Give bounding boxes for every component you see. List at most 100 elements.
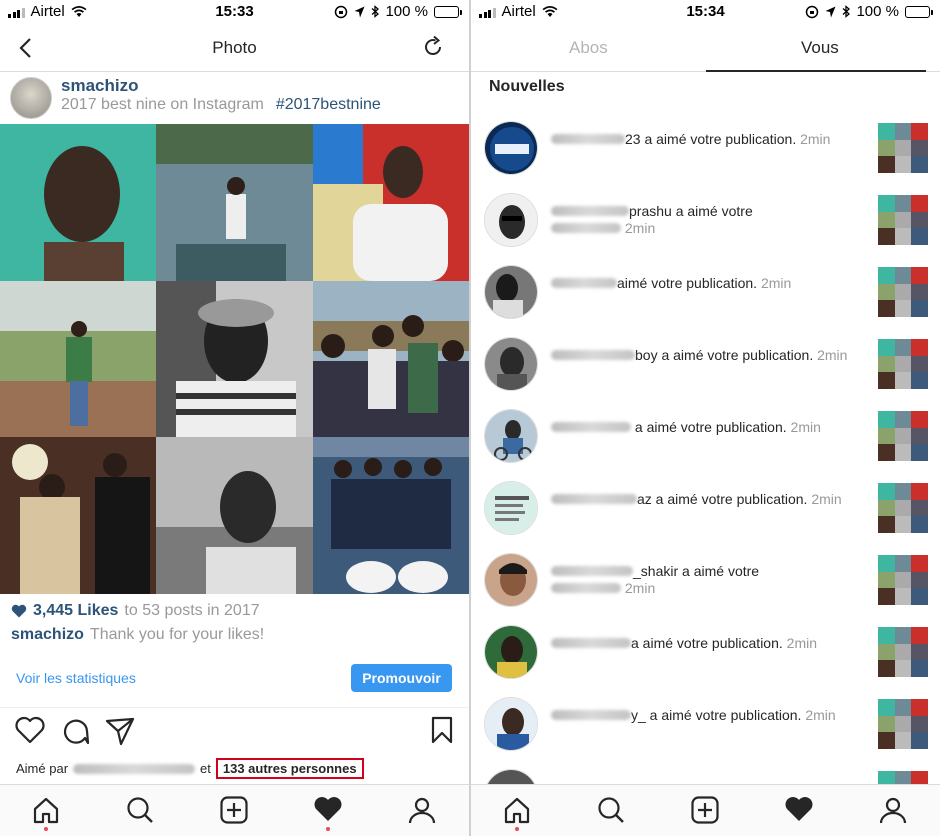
avatar[interactable]: [484, 553, 538, 607]
likes-suffix: to 53 posts in 2017: [124, 602, 260, 619]
tab-profile[interactable]: [407, 795, 437, 825]
post-thumbnail[interactable]: [878, 555, 928, 605]
blurred-text: [551, 583, 621, 593]
location-icon: [354, 6, 365, 17]
username-fragment: a: [631, 635, 639, 651]
comment-icon[interactable]: [60, 716, 90, 746]
post-username[interactable]: smachizo: [61, 76, 138, 96]
post-thumbnail[interactable]: [878, 411, 928, 461]
list-item[interactable]: a aimé votre publication. 2min: [471, 400, 940, 472]
post-thumbnail[interactable]: [878, 339, 928, 389]
avatar[interactable]: [484, 409, 538, 463]
list-item[interactable]: prashu a aimé votre 2min: [471, 184, 940, 256]
tab-search[interactable]: [125, 795, 155, 825]
post-subtitle: 2017 best nine on Instagram #2017bestnine: [61, 96, 381, 114]
likes-count[interactable]: 3,445 Likes: [33, 602, 118, 620]
tab-home[interactable]: [502, 795, 532, 831]
notification-time: 2min: [624, 580, 656, 596]
notification-time: 2min: [800, 131, 831, 147]
post-thumbnail[interactable]: [878, 627, 928, 677]
notification-action: a aimé votre: [671, 203, 753, 219]
caption: smachizo Thank you for your likes!: [11, 626, 264, 644]
post-image[interactable]: [0, 124, 469, 594]
list-item[interactable]: _shakir a aimé votre 2min: [471, 544, 940, 616]
battery-percent: 100 %: [856, 3, 899, 20]
location-icon: [825, 6, 836, 17]
activity-heart-icon: [314, 797, 342, 821]
notification-action: aimé votre publication.: [638, 635, 783, 651]
post-thumbnail[interactable]: [878, 699, 928, 749]
search-icon: [598, 797, 624, 823]
share-icon[interactable]: [105, 716, 135, 746]
promote-button[interactable]: Promouvoir: [351, 664, 452, 692]
notification-time: 2min: [790, 419, 821, 435]
notification-time: 2min: [811, 491, 842, 507]
tab-activity[interactable]: [784, 795, 814, 825]
username-fragment: boy: [635, 347, 658, 363]
photo-tile: [313, 281, 469, 437]
bluetooth-icon: [372, 5, 380, 18]
refresh-icon[interactable]: [421, 35, 445, 59]
tab-profile[interactable]: [878, 795, 908, 825]
avatar[interactable]: [484, 121, 538, 175]
avatar[interactable]: [484, 697, 538, 751]
tab-add[interactable]: [219, 795, 249, 825]
notification-time: 2min: [786, 635, 818, 651]
liked-by: Aimé par et 133 autres personnes: [16, 758, 364, 779]
bookmark-icon[interactable]: [430, 716, 454, 744]
tab-add[interactable]: [690, 795, 720, 825]
post-thumbnail[interactable]: [878, 195, 928, 245]
tab-search[interactable]: [596, 795, 626, 825]
heart-filled-icon: [11, 604, 27, 618]
activity-heart-icon: [785, 797, 813, 821]
photo-tile: [156, 437, 313, 594]
blurred-username: [551, 710, 631, 720]
status-bar: Airtel 15:34 100 %: [471, 0, 940, 24]
list-item[interactable]: 23 a aimé votre publication. 2min: [471, 112, 940, 184]
status-right: 100 %: [805, 3, 933, 20]
list-item[interactable]: y_ a aimé votre publication. 2min: [471, 688, 940, 760]
battery-icon: [905, 5, 933, 18]
caption-username[interactable]: smachizo: [11, 626, 84, 643]
tab-home[interactable]: [31, 795, 61, 831]
photo-tile: [313, 124, 469, 281]
liked-by-others[interactable]: 133 autres personnes: [215, 758, 364, 779]
right-screen: Airtel 15:34 100 % Abos Vous Nouvelles 2…: [471, 0, 940, 836]
avatar[interactable]: [484, 193, 538, 247]
page-title: Photo: [212, 38, 257, 57]
notification-time: 2min: [760, 275, 792, 291]
avatar[interactable]: [484, 625, 538, 679]
post-hashtag[interactable]: #2017bestnine: [276, 96, 381, 113]
notification-text: boy a aimé votre publication. 2min: [551, 347, 862, 364]
blurred-username: [551, 494, 637, 504]
tab-following[interactable]: Abos: [569, 38, 608, 58]
avatar[interactable]: [484, 265, 538, 319]
left-screen: Airtel 15:33 100 % Photo smachizo 2017 b…: [0, 0, 469, 836]
notification-action: a aimé votre publication.: [631, 419, 787, 435]
post-thumbnail[interactable]: [878, 123, 928, 173]
notification-action: a aimé votre publication.: [651, 491, 808, 507]
list-item[interactable]: a aimé votre publication. 2min: [471, 616, 940, 688]
avatar[interactable]: [484, 481, 538, 535]
post-thumbnail[interactable]: [878, 483, 928, 533]
add-icon: [691, 796, 719, 824]
blurred-username: [551, 422, 631, 432]
list-item[interactable]: az a aimé votre publication. 2min: [471, 472, 940, 544]
list-item[interactable]: boy a aimé votre publication. 2min: [471, 328, 940, 400]
list-item[interactable]: aimé votre publication. 2min: [471, 256, 940, 328]
post-thumbnail[interactable]: [878, 267, 928, 317]
avatar[interactable]: [484, 337, 538, 391]
status-right: 100 %: [334, 3, 462, 20]
heart-icon[interactable]: [15, 716, 45, 744]
liked-by-connector: et: [200, 761, 211, 776]
blurred-username: [551, 134, 625, 144]
orientation-lock-icon: [806, 5, 819, 18]
view-insights-link[interactable]: Voir les statistiques: [16, 670, 136, 686]
post-location[interactable]: 2017 best nine on Instagram: [61, 96, 264, 113]
username-fragment: prashu: [629, 203, 672, 219]
notification-text: 23 a aimé votre publication. 2min: [551, 131, 862, 148]
tab-activity[interactable]: [313, 795, 343, 831]
notification-time: 2min: [624, 220, 656, 236]
tab-you[interactable]: Vous: [801, 38, 839, 58]
avatar[interactable]: [10, 77, 52, 119]
